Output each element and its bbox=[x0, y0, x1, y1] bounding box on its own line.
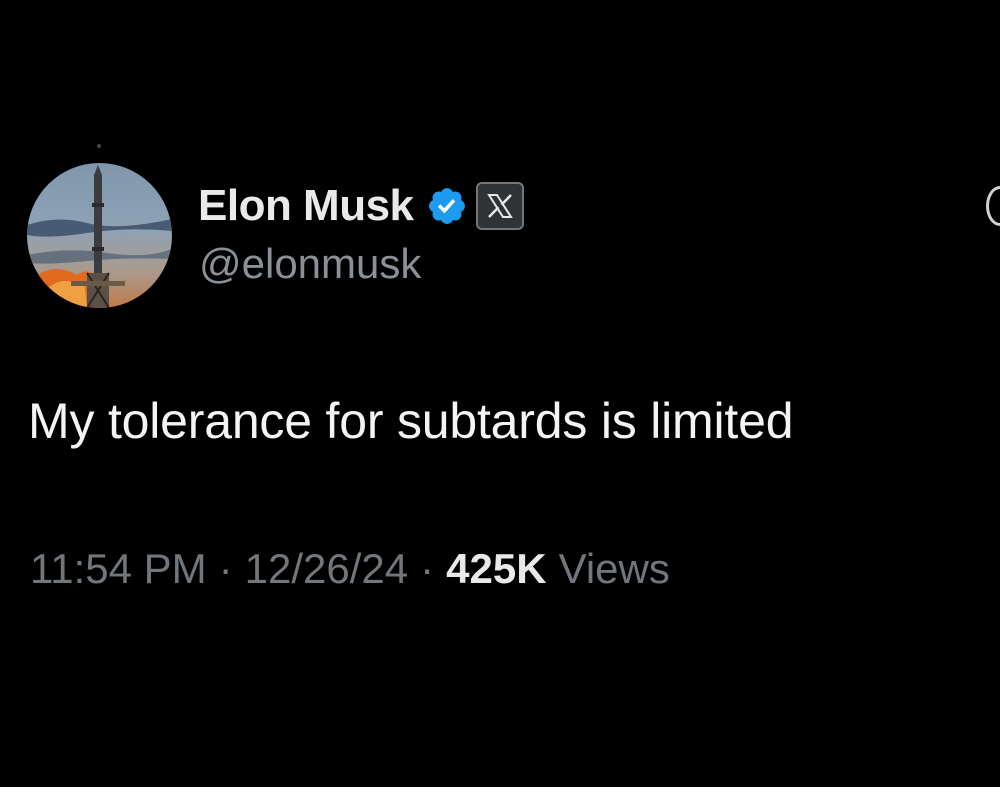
tweet-time[interactable]: 11:54 PM bbox=[30, 545, 207, 593]
author-handle[interactable]: @elonmusk bbox=[199, 240, 421, 288]
tweet-date[interactable]: 12/26/24 bbox=[245, 545, 409, 593]
verified-check-icon[interactable] bbox=[426, 185, 468, 227]
separator-dot: · bbox=[420, 545, 435, 592]
separator-dot: · bbox=[218, 545, 233, 592]
views-count[interactable]: 425K bbox=[446, 545, 546, 593]
views-label: Views bbox=[558, 545, 670, 592]
avatar[interactable] bbox=[27, 163, 172, 308]
x-logo-glyph-icon bbox=[486, 194, 513, 218]
decorative-dot bbox=[97, 144, 101, 148]
author-row: Elon Musk bbox=[198, 178, 524, 234]
tweet-metadata: 11:54 PM · 12/26/24 · 425K Views bbox=[30, 545, 670, 593]
tweet-text: My tolerance for subtards is limited bbox=[28, 393, 794, 449]
starship-launch-avatar-icon bbox=[27, 163, 172, 308]
tweet: Elon Musk @elonmusk My tolerance for sub… bbox=[0, 0, 1000, 787]
display-name[interactable]: Elon Musk bbox=[198, 181, 414, 231]
x-logo-icon[interactable] bbox=[475, 182, 524, 230]
cropped-edge-element bbox=[986, 186, 1000, 226]
